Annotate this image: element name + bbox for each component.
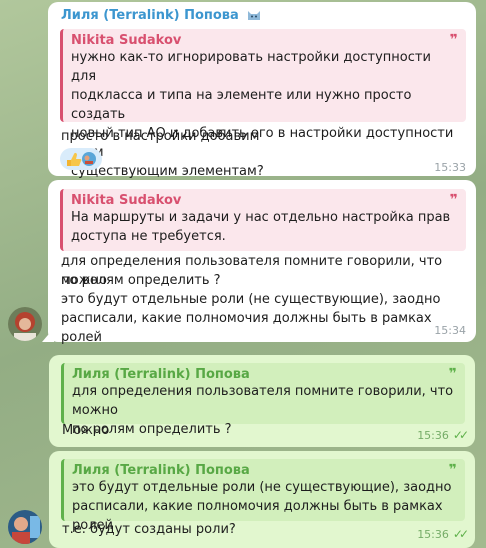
quote-line: нужно как-то игнорировать настройки дост…	[71, 50, 431, 84]
quote-mark-icon: ❞	[449, 32, 458, 48]
read-checkmarks-icon: ✓✓	[452, 428, 469, 442]
message-time: 15:36 ✓✓	[417, 428, 469, 442]
quote-mark-icon: ❞	[449, 192, 458, 208]
quote-author: Лиля (Terralink) Попова	[72, 463, 250, 478]
message-time-text: 15:36	[417, 429, 449, 442]
message-bubble-1[interactable]: Лиля (Terralink) Попова Nikita Sudakov ❞…	[48, 2, 476, 179]
quote-author: Nikita Sudakov	[71, 33, 182, 48]
quote-line: это будут отдельные роли (не существующи…	[72, 480, 452, 495]
message-time-text: 15:36	[417, 528, 449, 541]
message-time: 15:36 ✓✓	[417, 527, 469, 541]
message-text: Можно	[62, 423, 110, 438]
reply-quote[interactable]: Nikita Sudakov ❞ нужно как-то игнорирова…	[60, 29, 466, 179]
message-bubble-3[interactable]: Лиля (Terralink) Попова ❞ для определени…	[49, 355, 475, 447]
quote-author: Лиля (Terralink) Попова	[72, 367, 250, 382]
quote-mark-icon: ❞	[448, 366, 457, 382]
read-checkmarks-icon: ✓✓	[452, 527, 469, 541]
quote-author: Nikita Sudakov	[71, 193, 182, 208]
quote-line: для определения пользователя помните гов…	[72, 384, 454, 418]
message-bubble-2[interactable]: Nikita Sudakov ❞ На маршруты и задачи у …	[48, 180, 476, 345]
sender-name[interactable]: Лиля (Terralink) Попова	[61, 8, 261, 23]
user-photo-icon	[8, 510, 42, 544]
reply-quote[interactable]: Лиля (Terralink) Попова ❞ для определени…	[61, 363, 465, 437]
message-time: 15:33	[434, 161, 466, 174]
user-photo-icon	[8, 307, 42, 341]
message-time: 15:34	[434, 324, 466, 337]
quote-line: по ролям определить ?	[72, 422, 232, 437]
message-text-line: расписали, какие полномочия должны быть …	[61, 311, 432, 345]
reaction-badge[interactable]	[60, 148, 102, 170]
sender-name-text[interactable]: Лиля (Terralink) Попова	[61, 8, 239, 23]
message-text: просто в настройки добавим	[61, 129, 260, 144]
quote-line: существующим элементам?	[71, 164, 264, 179]
message-text-line: это будут отдельные роли (не существующи…	[61, 292, 441, 307]
quote-line: доступа не требуется.	[71, 229, 226, 244]
thumbs-up-emoji-icon	[67, 152, 96, 166]
quote-line: На маршруты и задачи у нас отдельно наст…	[71, 210, 451, 225]
quote-line: подкласса и типа на элементе или нужно п…	[71, 88, 412, 122]
reply-quote[interactable]: Лиля (Terralink) Попова ❞ это будут отде…	[61, 459, 465, 533]
avatar[interactable]	[8, 510, 42, 544]
message-text: т.е. будут созданы роли?	[62, 522, 236, 537]
avatar[interactable]	[8, 307, 42, 341]
reply-quote[interactable]: Nikita Sudakov ❞ На маршруты и задачи у …	[60, 189, 466, 251]
message-text-line: по ролям определить ?	[61, 273, 221, 288]
message-bubble-4[interactable]: Лиля (Terralink) Попова ❞ это будут отде…	[49, 451, 475, 548]
quote-mark-icon: ❞	[448, 462, 457, 478]
cat-emoji-icon	[248, 11, 261, 20]
